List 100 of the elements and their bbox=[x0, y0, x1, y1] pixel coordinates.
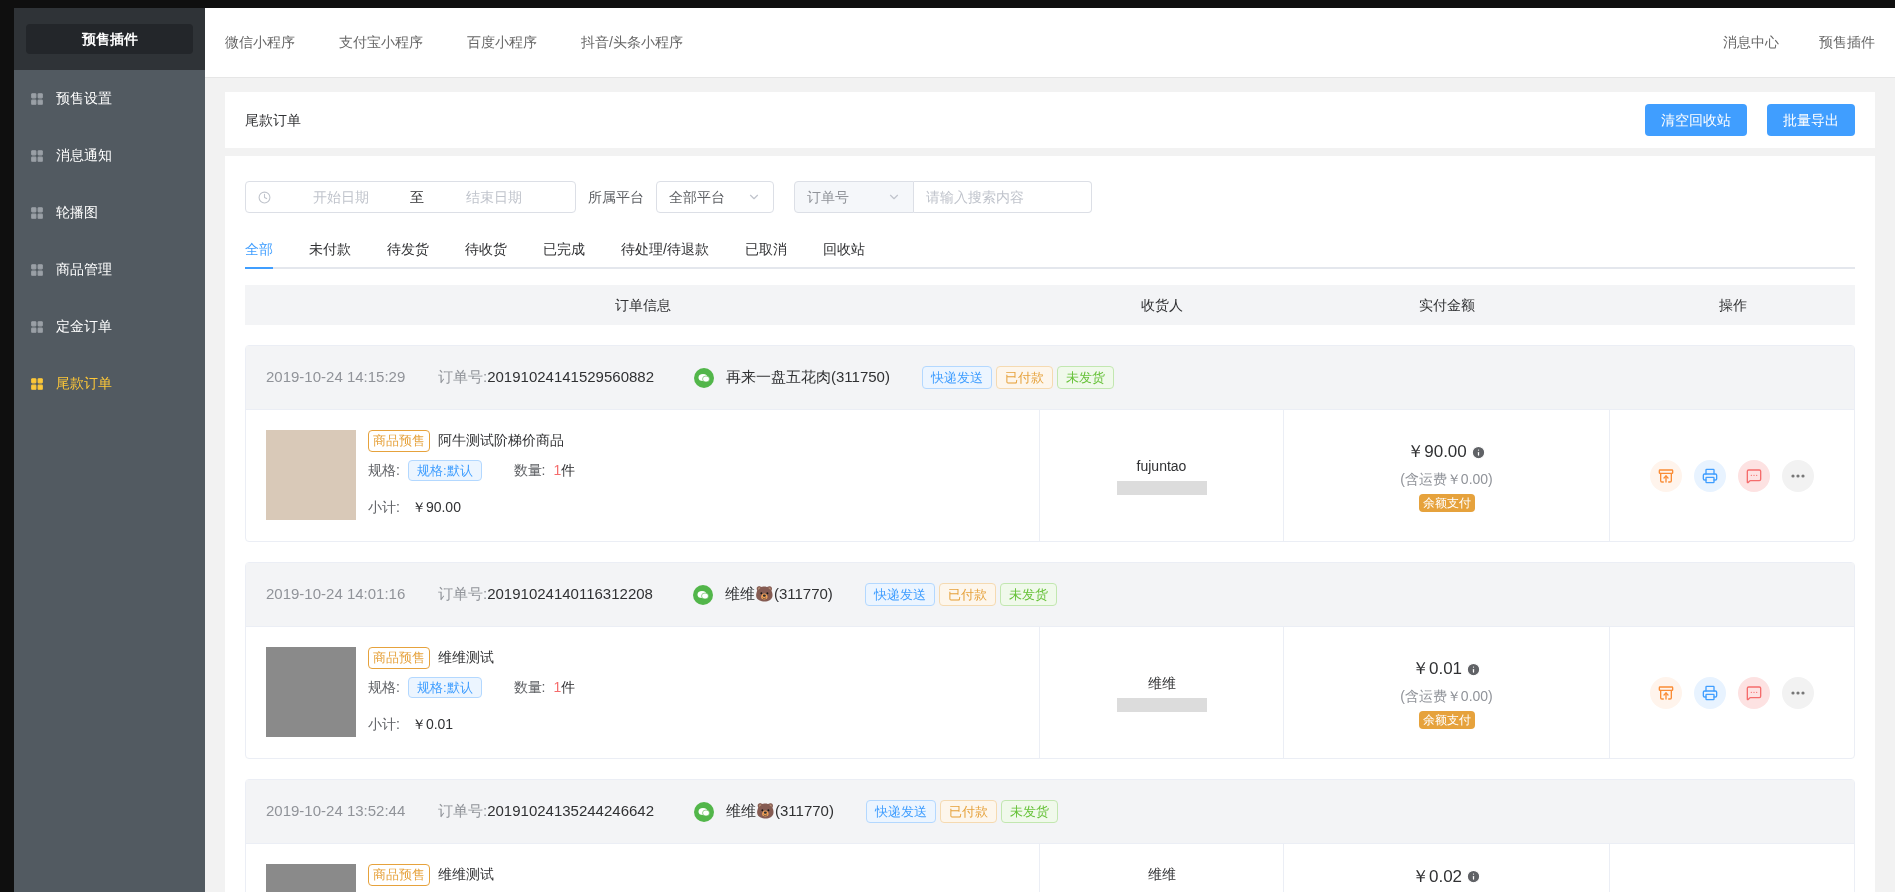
receiver-name: 维维 bbox=[1147, 865, 1176, 884]
search-field[interactable]: 请输入搜索内容 bbox=[914, 181, 1092, 213]
platform-tab[interactable]: 微信小程序 bbox=[225, 32, 295, 53]
more-button[interactable] bbox=[1782, 676, 1814, 709]
spec-label: 规格: bbox=[368, 677, 400, 697]
printer-icon bbox=[1702, 684, 1718, 701]
platform-select[interactable]: 全部平台 bbox=[656, 181, 774, 213]
product-name: 阿牛测试阶梯价商品 bbox=[438, 431, 564, 451]
shipping-fee: (含运费￥0.00) bbox=[1400, 469, 1493, 489]
printer-icon bbox=[1702, 467, 1718, 484]
paid-amount: ￥0.01 bbox=[1411, 658, 1463, 681]
quantity-label: 数量: bbox=[513, 677, 546, 697]
sidebar-item[interactable]: 定金订单 bbox=[14, 298, 205, 355]
subtotal-label: 小计: bbox=[368, 498, 400, 517]
info-icon[interactable] bbox=[1470, 444, 1486, 460]
platform-label: 所属平台 bbox=[588, 187, 644, 207]
status-tab[interactable]: 待处理/待退款 bbox=[621, 231, 709, 269]
order-number-label: 订单号: bbox=[438, 801, 488, 822]
paid-amount: ￥90.00 bbox=[1407, 441, 1467, 464]
wechat-icon bbox=[692, 584, 713, 605]
box-arrow-icon bbox=[1658, 684, 1674, 701]
sidebar-item[interactable]: 消息通知 bbox=[14, 127, 205, 184]
message-button[interactable] bbox=[1738, 459, 1770, 492]
buyer-name: 再来一盘五花肉(311750) bbox=[726, 367, 890, 388]
payment-method-tag: 余额支付 bbox=[1418, 710, 1475, 729]
receiver-name: 维维 bbox=[1147, 674, 1176, 693]
subtotal-label: 小计: bbox=[368, 715, 400, 734]
clock-icon bbox=[258, 190, 271, 204]
subtotal-value: ￥0.01 bbox=[411, 715, 454, 734]
status-tab[interactable]: 未付款 bbox=[309, 231, 351, 269]
order-number: 20191024141529560882 bbox=[487, 367, 655, 388]
chat-bubble-icon bbox=[1746, 684, 1762, 701]
sidebar-item[interactable]: 轮播图 bbox=[14, 184, 205, 241]
more-icon bbox=[1791, 690, 1805, 695]
status-tag: 未发货 bbox=[1000, 799, 1058, 824]
column-header: 实付金额 bbox=[1418, 295, 1476, 315]
receiver-name: fujuntao bbox=[1136, 457, 1187, 476]
buyer-name: 维维🐻(311770) bbox=[726, 801, 834, 822]
platform-tab[interactable]: 支付宝小程序 bbox=[339, 32, 423, 53]
presale-tag: 商品预售 bbox=[368, 647, 430, 669]
spec-tag: 规格:默认 bbox=[407, 676, 482, 698]
grid-icon bbox=[30, 262, 44, 277]
info-icon[interactable] bbox=[1466, 869, 1482, 885]
status-tab[interactable]: 已完成 bbox=[543, 231, 585, 269]
column-header: 收货人 bbox=[1140, 295, 1184, 315]
status-tag: 未发货 bbox=[999, 582, 1057, 607]
page-title: 尾款订单 bbox=[245, 110, 301, 130]
grid-icon bbox=[30, 319, 44, 334]
message-button[interactable] bbox=[1738, 676, 1770, 709]
product-name: 维维测试 bbox=[438, 648, 494, 668]
top-link[interactable]: 消息中心 bbox=[1723, 32, 1779, 53]
order-number-label: 订单号: bbox=[438, 367, 488, 388]
top-link[interactable]: 预售插件 bbox=[1819, 32, 1875, 53]
info-icon[interactable] bbox=[1466, 661, 1482, 677]
subtotal-value: ￥90.00 bbox=[411, 498, 461, 517]
platform-tab[interactable]: 抖音/头条小程序 bbox=[581, 32, 683, 53]
payment-method-tag: 余额支付 bbox=[1418, 493, 1475, 512]
quantity-value: 1件 bbox=[553, 460, 576, 480]
ship-button[interactable] bbox=[1650, 676, 1682, 709]
print-button[interactable] bbox=[1694, 676, 1726, 709]
grid-icon bbox=[30, 148, 44, 163]
status-tab[interactable]: 已取消 bbox=[744, 231, 787, 269]
order-time: 2019-10-24 13:52:44 bbox=[266, 801, 406, 822]
more-button[interactable] bbox=[1782, 459, 1814, 492]
status-tag: 已付款 bbox=[995, 365, 1053, 390]
buyer-name: 维维🐻(311770) bbox=[724, 584, 833, 605]
order-number: 20191024140116312208 bbox=[487, 584, 653, 605]
sidebar-item[interactable]: 预售设置 bbox=[14, 70, 205, 127]
sidebar-item[interactable]: 商品管理 bbox=[14, 241, 205, 298]
spec-tag: 规格:默认 bbox=[407, 459, 482, 481]
presale-tag: 商品预售 bbox=[368, 430, 430, 452]
chat-bubble-icon bbox=[1746, 467, 1762, 484]
sidebar-title: 预售插件 bbox=[26, 24, 193, 54]
more-icon bbox=[1791, 473, 1805, 478]
status-tag: 已付款 bbox=[938, 582, 996, 607]
box-arrow-icon bbox=[1658, 467, 1674, 484]
column-header: 订单信息 bbox=[613, 295, 672, 315]
quantity-label: 数量: bbox=[513, 460, 546, 480]
platform-tab[interactable]: 百度小程序 bbox=[467, 32, 537, 53]
grid-icon bbox=[30, 376, 44, 391]
status-tab[interactable]: 待发货 bbox=[387, 231, 429, 269]
presale-tag: 商品预售 bbox=[368, 864, 430, 886]
print-button[interactable] bbox=[1694, 459, 1726, 492]
date-range-field[interactable]: 开始日期 至 结束日期 bbox=[245, 181, 576, 213]
sidebar-item[interactable]: 尾款订单 bbox=[14, 355, 205, 412]
order-number-label: 订单号: bbox=[438, 584, 488, 605]
status-tag: 快递发送 bbox=[865, 799, 936, 824]
product-name: 维维测试 bbox=[438, 865, 494, 885]
grid-icon bbox=[30, 91, 44, 106]
quantity-value: 1件 bbox=[553, 677, 576, 697]
shipping-fee: (含运费￥0.00) bbox=[1400, 686, 1493, 706]
order-time: 2019-10-24 14:15:29 bbox=[266, 367, 406, 388]
status-tab[interactable]: 回收站 bbox=[822, 231, 865, 269]
status-tag: 快递发送 bbox=[921, 365, 992, 390]
wechat-icon bbox=[694, 367, 715, 388]
status-tab[interactable]: 待收货 bbox=[465, 231, 507, 269]
ship-button[interactable] bbox=[1650, 459, 1682, 492]
status-tag: 快递发送 bbox=[864, 582, 935, 607]
order-number: 20191024135244246642 bbox=[487, 801, 655, 822]
spec-label: 规格: bbox=[368, 460, 400, 480]
